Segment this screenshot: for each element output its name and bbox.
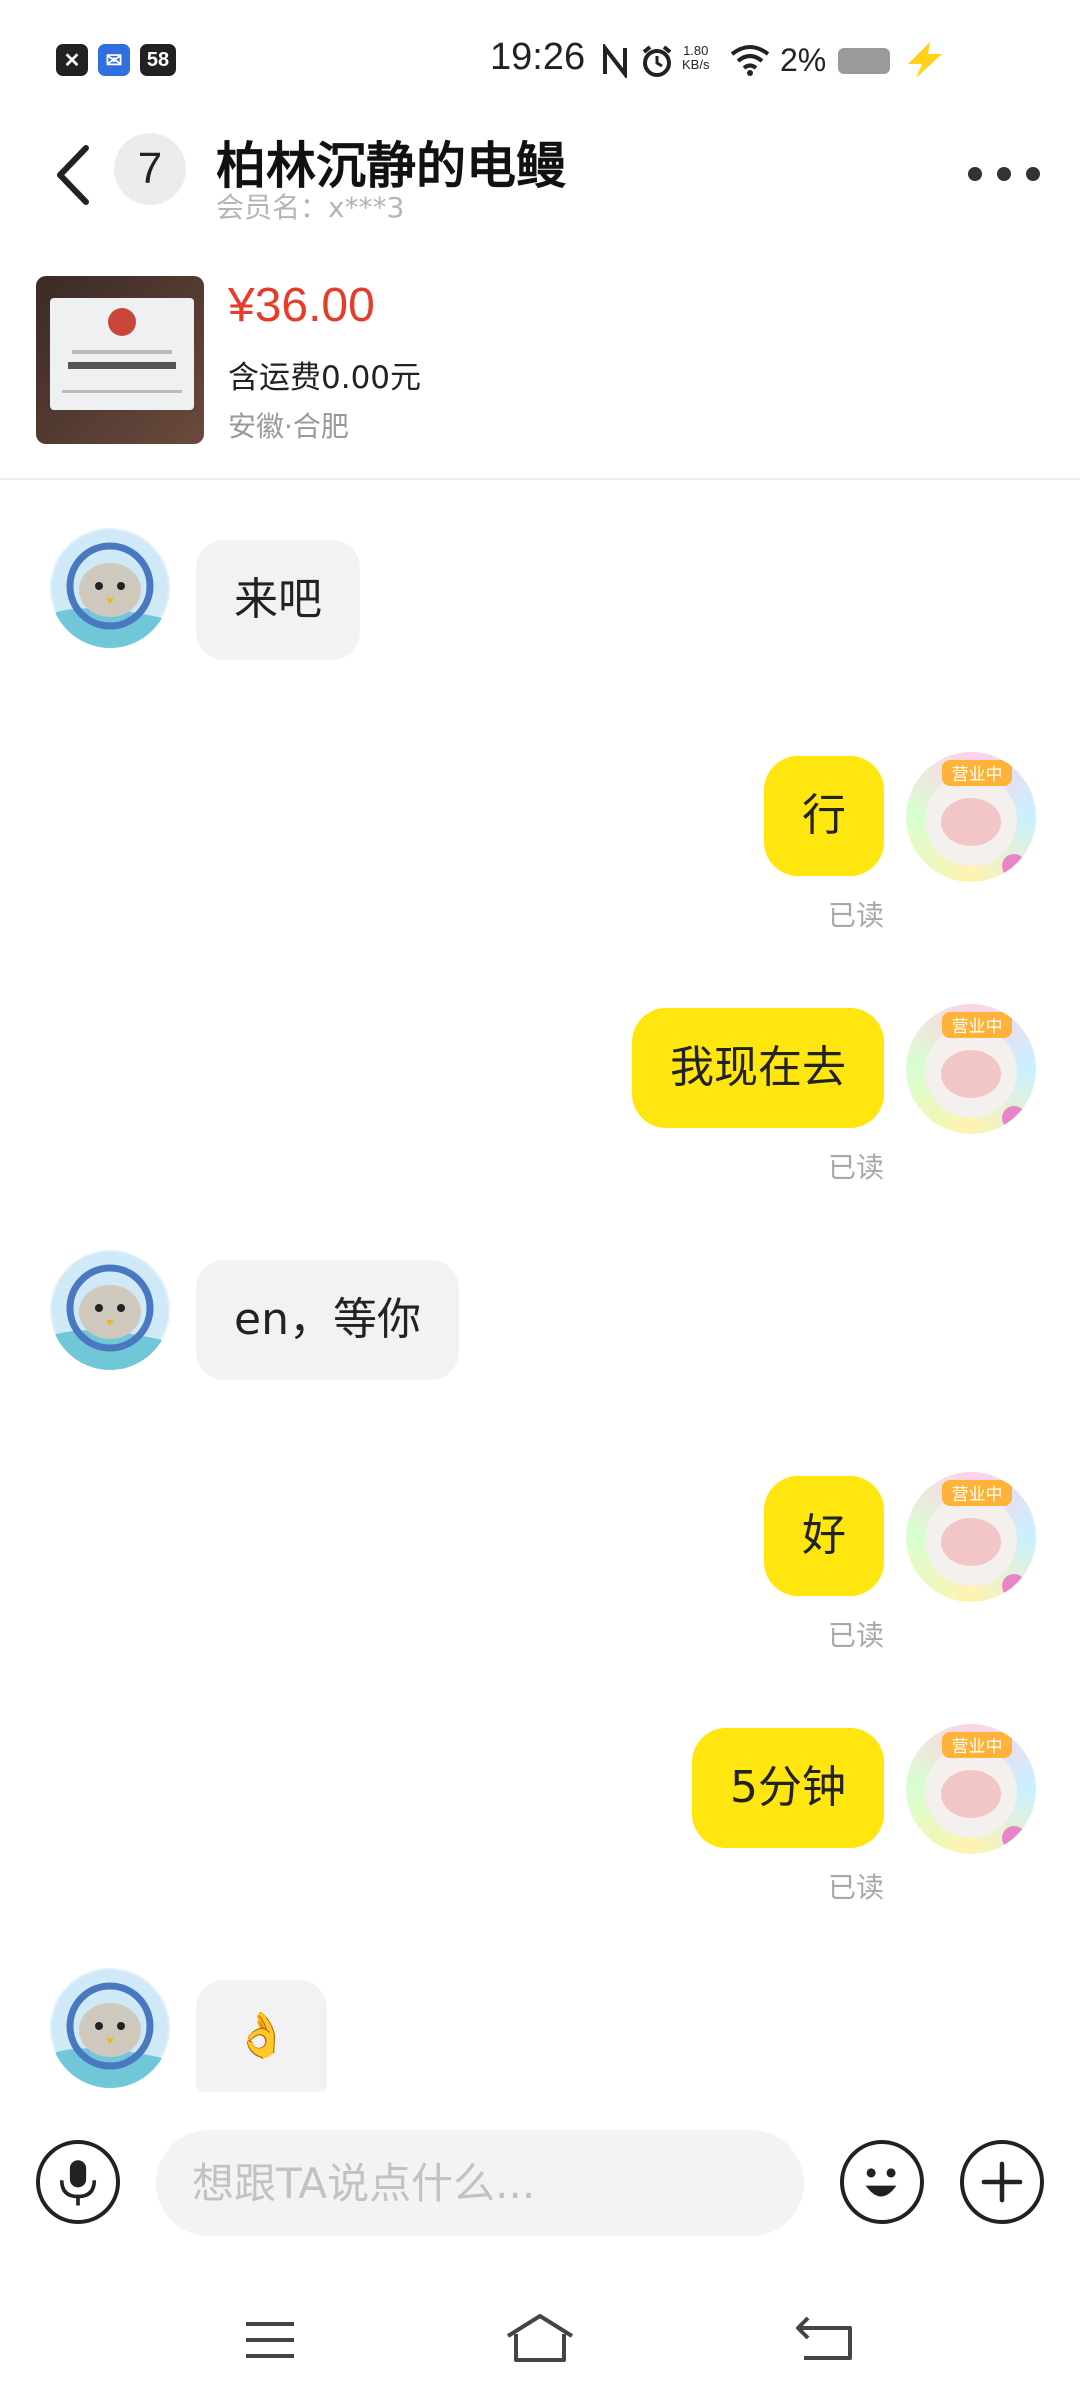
status-time: 19:26	[490, 36, 586, 78]
plus-icon	[981, 2161, 1023, 2203]
product-location: 安徽·合肥	[228, 410, 349, 443]
message-bubble-sent[interactable]: 5分钟	[692, 1728, 884, 1848]
member-name: 会员名：x***3	[216, 191, 405, 224]
system-nav-bar	[0, 2280, 1080, 2400]
menu-icon[interactable]	[244, 2320, 296, 2360]
mail-app-icon: ✉	[98, 44, 130, 76]
avatar[interactable]	[50, 1968, 170, 2088]
58-app-icon: 58	[140, 44, 176, 76]
message-input[interactable]	[156, 2130, 804, 2236]
message-bubble-received[interactable]: 来吧	[196, 540, 360, 660]
more-dot	[968, 167, 982, 181]
product-price: ¥36.00	[228, 279, 375, 332]
smiley-face-icon	[866, 2168, 876, 2178]
avatar[interactable]	[50, 528, 170, 648]
close-app-icon: ✕	[56, 44, 88, 76]
wifi-icon	[730, 45, 770, 76]
avatar[interactable]: 营业中	[906, 752, 1036, 882]
unread-count-badge[interactable]: 7	[114, 133, 186, 205]
message-bubble-sent[interactable]: 好	[764, 1476, 884, 1596]
net-speed: 1.80 KB/s	[682, 43, 710, 72]
back-button[interactable]	[48, 140, 98, 210]
read-status: 已读	[827, 1619, 884, 1652]
avatar-badge-text: 营业中	[952, 1737, 1003, 1757]
message-bubble-received[interactable]: en，等你	[196, 1260, 459, 1380]
back-icon[interactable]	[794, 2314, 854, 2362]
more-dot	[997, 167, 1011, 181]
more-options-button[interactable]	[968, 162, 1040, 186]
add-attachment-button[interactable]	[960, 2140, 1044, 2224]
header-divider	[0, 478, 1080, 480]
battery-icon	[838, 48, 890, 74]
message-bubble-sent[interactable]: 我现在去	[632, 1008, 884, 1128]
avatar[interactable]: 营业中	[906, 1004, 1036, 1134]
cat-avatar-icon	[50, 530, 170, 648]
sticker-avatar-icon: 营业中	[925, 1480, 1026, 1598]
more-dot	[1026, 167, 1040, 181]
sticker-avatar-icon: 营业中	[925, 760, 1026, 878]
read-status: 已读	[827, 1151, 884, 1184]
message-bubble-received[interactable]: 👌	[196, 1980, 327, 2092]
home-icon[interactable]	[504, 2312, 576, 2364]
avatar[interactable]: 营业中	[906, 1472, 1036, 1602]
cat-avatar-icon	[50, 1252, 170, 1370]
status-bar: ✕ ✉ 58 19:26 1.80 KB/s 2%	[0, 0, 1080, 120]
nfc-icon	[603, 44, 627, 78]
sticker-avatar-icon: 营业中	[925, 1012, 1026, 1130]
microphone-icon	[69, 2160, 87, 2188]
read-status: 已读	[827, 1871, 884, 1904]
product-thumbnail[interactable]	[36, 276, 204, 444]
avatar[interactable]: 营业中	[906, 1724, 1036, 1854]
product-shipping: 含运费0.00元	[228, 360, 422, 396]
emoji-button[interactable]	[840, 2140, 924, 2224]
cat-avatar-icon	[50, 1970, 170, 2088]
message-bubble-sent[interactable]: 行	[764, 756, 884, 876]
sticker-avatar-icon: 营业中	[925, 1732, 1026, 1850]
read-status: 已读	[827, 899, 884, 932]
voice-input-button[interactable]	[36, 2140, 120, 2224]
battery-percent: 2%	[780, 42, 827, 78]
certificate-image	[50, 298, 194, 410]
avatar-badge-text: 营业中	[952, 765, 1003, 785]
avatar-badge-text: 营业中	[952, 1485, 1003, 1505]
avatar[interactable]	[50, 1250, 170, 1370]
avatar-badge-text: 营业中	[952, 1017, 1003, 1037]
alarm-icon	[642, 45, 672, 77]
charging-icon	[908, 42, 942, 78]
